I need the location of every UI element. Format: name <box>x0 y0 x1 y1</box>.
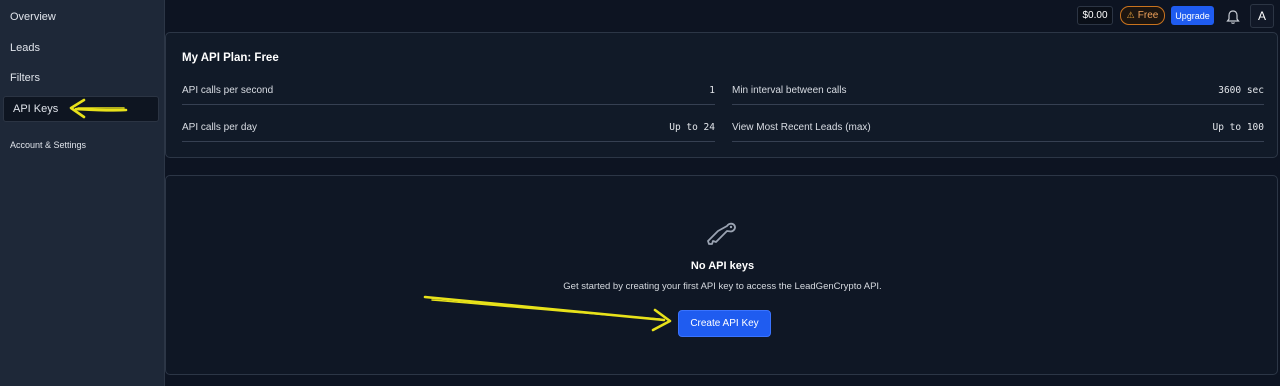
plan-row-value: Up to 100 <box>1212 122 1264 133</box>
sidebar-item-overview[interactable]: Overview <box>0 11 165 23</box>
sidebar-item-api-keys[interactable]: API Keys <box>3 96 159 122</box>
plan-badge-label: Free <box>1137 10 1159 21</box>
plan-row-value: Up to 24 <box>669 122 715 133</box>
warning-icon: ⚠ <box>1126 10 1135 20</box>
topbar: $0.00 ⚠ Free Upgrade A <box>165 0 1280 32</box>
empty-state-description: Get started by creating your first API k… <box>563 281 882 292</box>
sidebar-item-leads[interactable]: Leads <box>0 42 165 54</box>
plan-row-label: API calls per day <box>182 122 258 133</box>
plan-row-label: Min interval between calls <box>732 85 847 96</box>
sidebar: Overview Leads Filters API Keys Account … <box>0 0 165 386</box>
empty-state-title: No API keys <box>690 260 755 272</box>
bell-icon[interactable] <box>1225 7 1241 26</box>
api-plan-card: My API Plan: Free API calls per second 1… <box>165 32 1278 158</box>
create-api-key-button[interactable]: Create API Key <box>678 310 771 337</box>
plan-row: Min interval between calls 3600 sec <box>732 85 1264 105</box>
sidebar-item-account-settings[interactable]: Account & Settings <box>0 140 165 150</box>
sidebar-item-label: API Keys <box>13 103 59 115</box>
balance-display: $0.00 <box>1077 6 1113 25</box>
upgrade-button[interactable]: Upgrade <box>1171 6 1214 25</box>
plan-row-value: 1 <box>709 85 715 96</box>
plan-row: API calls per second 1 <box>182 85 715 105</box>
plan-badge[interactable]: ⚠ Free <box>1120 6 1165 25</box>
plan-row-value: 3600 sec <box>1218 85 1264 96</box>
plan-row: API calls per day Up to 24 <box>182 122 715 142</box>
plan-row-label: View Most Recent Leads (max) <box>732 122 871 133</box>
api-keys-empty-state: No API keys Get started by creating your… <box>165 175 1278 375</box>
sidebar-item-filters[interactable]: Filters <box>0 72 165 84</box>
plan-row-label: API calls per second <box>182 85 274 96</box>
plan-title: My API Plan: Free <box>182 52 279 64</box>
plan-row: View Most Recent Leads (max) Up to 100 <box>732 122 1264 142</box>
avatar[interactable]: A <box>1250 4 1274 28</box>
key-icon <box>706 220 740 250</box>
